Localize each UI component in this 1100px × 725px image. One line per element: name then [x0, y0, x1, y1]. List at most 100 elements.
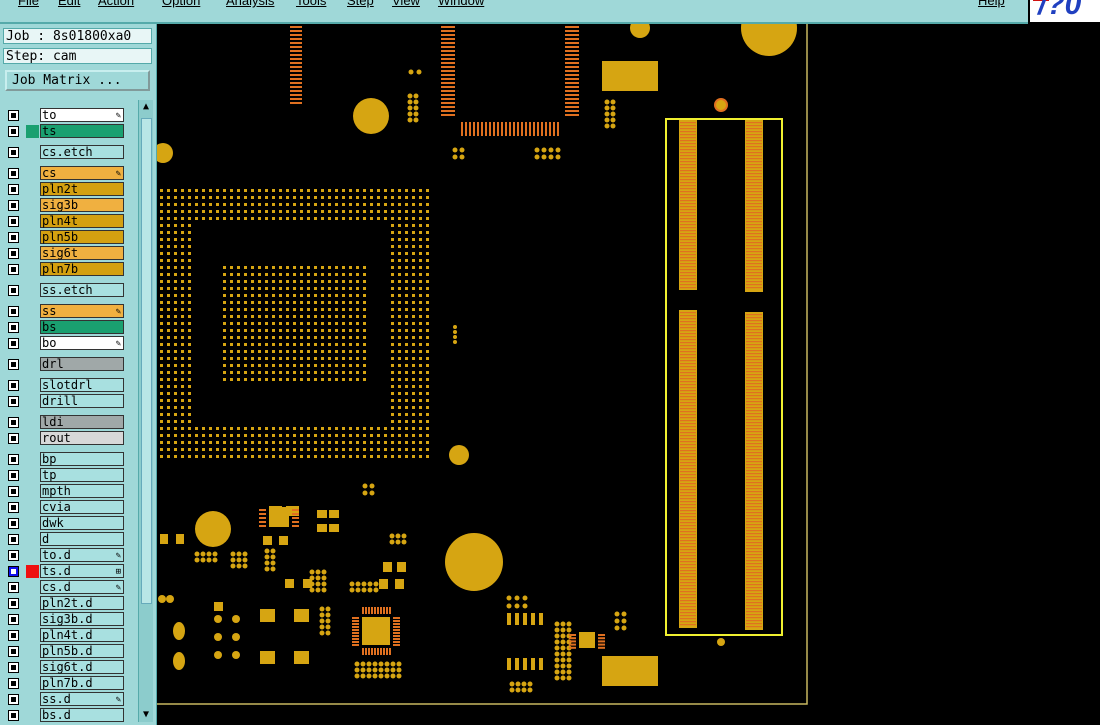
layer-checkbox[interactable] [8, 264, 19, 275]
layer-checkbox[interactable] [8, 126, 19, 137]
layer-checkbox[interactable] [8, 630, 19, 641]
layer-name[interactable]: ts.d ⊞ [40, 564, 124, 578]
layer-row-slotdrl[interactable]: slotdrl [4, 378, 126, 393]
menu-analysis[interactable]: Analysis [226, 0, 274, 8]
layer-name[interactable]: ts [40, 124, 124, 138]
layer-name[interactable]: tp [40, 468, 124, 482]
layer-checkbox[interactable] [8, 710, 19, 721]
layer-checkbox[interactable] [8, 582, 19, 593]
layer-checkbox[interactable] [8, 285, 19, 296]
layer-checkbox[interactable] [8, 110, 19, 121]
layer-row-dwk[interactable]: dwk [4, 516, 126, 531]
menu-window[interactable]: Window [438, 0, 484, 8]
layer-checkbox[interactable] [8, 216, 19, 227]
layer-row-drl[interactable]: drl [4, 357, 126, 372]
layer-name[interactable]: bs [40, 320, 124, 334]
layer-row-ts[interactable]: ts [4, 124, 126, 139]
layer-name[interactable]: sig3b [40, 198, 124, 212]
layer-name[interactable]: slotdrl [40, 378, 124, 392]
layer-name[interactable]: pln7b.d [40, 676, 124, 690]
layer-row-cs[interactable]: cs ✎ [4, 166, 126, 181]
layer-row-ss.etch[interactable]: ss.etch [4, 283, 126, 298]
layer-row-mpth[interactable]: mpth [4, 484, 126, 499]
layer-row-pln5b.d[interactable]: pln5b.d [4, 644, 126, 659]
layer-checkbox[interactable] [8, 550, 19, 561]
layer-name[interactable]: sig6t.d [40, 660, 124, 674]
layer-row-ss.d[interactable]: ss.d ✎ [4, 692, 126, 707]
layer-checkbox[interactable] [8, 417, 19, 428]
layer-name[interactable]: ldi [40, 415, 124, 429]
layer-checkbox[interactable] [8, 646, 19, 657]
layer-row-ss[interactable]: ss ✎ [4, 304, 126, 319]
layer-row-bs.d[interactable]: bs.d [4, 708, 126, 723]
layer-row-sig6t.d[interactable]: sig6t.d [4, 660, 126, 675]
layer-row-tp[interactable]: tp [4, 468, 126, 483]
layer-checkbox[interactable] [8, 662, 19, 673]
layer-name[interactable]: dwk [40, 516, 124, 530]
layer-row-to.d[interactable]: to.d ✎ [4, 548, 126, 563]
layer-row-ldi[interactable]: ldi [4, 415, 126, 430]
job-matrix-button[interactable]: Job Matrix ... [5, 70, 150, 91]
layer-checkbox[interactable] [8, 678, 19, 689]
layer-checkbox[interactable] [8, 380, 19, 391]
layer-row-d[interactable]: d [4, 532, 126, 547]
layer-name[interactable]: cvia [40, 500, 124, 514]
layer-row-bp[interactable]: bp [4, 452, 126, 467]
menu-step[interactable]: Step [347, 0, 374, 8]
layer-name[interactable]: ss ✎ [40, 304, 124, 318]
layer-checkbox[interactable] [8, 534, 19, 545]
layer-name[interactable]: cs ✎ [40, 166, 124, 180]
graphics-canvas[interactable] [157, 24, 1100, 725]
layer-checkbox[interactable] [8, 168, 19, 179]
layer-row-bs[interactable]: bs [4, 320, 126, 335]
layer-row-sig3b[interactable]: sig3b [4, 198, 126, 213]
layer-name[interactable]: rout [40, 431, 124, 445]
layer-checkbox[interactable] [8, 566, 19, 577]
layer-row-bo[interactable]: bo ✎ [4, 336, 126, 351]
menu-view[interactable]: View [392, 0, 420, 8]
layer-row-to[interactable]: to ✎ [4, 108, 126, 123]
menu-help[interactable]: Help [978, 0, 1005, 8]
layer-checkbox[interactable] [8, 694, 19, 705]
layer-name[interactable]: to ✎ [40, 108, 124, 122]
layer-name[interactable]: to.d ✎ [40, 548, 124, 562]
layer-name[interactable]: d [40, 532, 124, 546]
layer-row-sig6t[interactable]: sig6t [4, 246, 126, 261]
layer-name[interactable]: drl [40, 357, 124, 371]
layer-name[interactable]: pln2t.d [40, 596, 124, 610]
layer-row-sig3b.d[interactable]: sig3b.d [4, 612, 126, 627]
menu-edit[interactable]: Edit [58, 0, 80, 8]
layer-checkbox[interactable] [8, 598, 19, 609]
layer-checkbox[interactable] [8, 184, 19, 195]
layer-name[interactable]: pln2t [40, 182, 124, 196]
layer-row-pln2t[interactable]: pln2t [4, 182, 126, 197]
layer-checkbox[interactable] [8, 486, 19, 497]
layer-row-pln4t[interactable]: pln4t [4, 214, 126, 229]
layer-row-pln7b.d[interactable]: pln7b.d [4, 676, 126, 691]
layer-name[interactable]: cs.d ✎ [40, 580, 124, 594]
layer-row-rout[interactable]: rout [4, 431, 126, 446]
layer-row-pln2t.d[interactable]: pln2t.d [4, 596, 126, 611]
layer-row-pln5b[interactable]: pln5b [4, 230, 126, 245]
layer-checkbox[interactable] [8, 359, 19, 370]
layer-row-ts.d[interactable]: ts.d ⊞ [4, 564, 126, 579]
layer-row-cs.d[interactable]: cs.d ✎ [4, 580, 126, 595]
layer-name[interactable]: pln4t [40, 214, 124, 228]
layer-checkbox[interactable] [8, 147, 19, 158]
menu-tools[interactable]: Tools [296, 0, 326, 8]
layer-checkbox[interactable] [8, 232, 19, 243]
layer-checkbox[interactable] [8, 470, 19, 481]
layer-checkbox[interactable] [8, 518, 19, 529]
layer-checkbox[interactable] [8, 338, 19, 349]
layer-checkbox[interactable] [8, 454, 19, 465]
layer-row-cs.etch[interactable]: cs.etch [4, 145, 126, 160]
layer-list-scrollbar[interactable]: ▲ ▼ [138, 100, 153, 722]
layer-name[interactable]: pln7b [40, 262, 124, 276]
menu-file[interactable]: File [18, 0, 39, 8]
layer-name[interactable]: ss.d ✎ [40, 692, 124, 706]
layer-checkbox[interactable] [8, 396, 19, 407]
layer-name[interactable]: bo ✎ [40, 336, 124, 350]
layer-row-pln7b[interactable]: pln7b [4, 262, 126, 277]
layer-name[interactable]: pln5b.d [40, 644, 124, 658]
layer-name[interactable]: pln4t.d [40, 628, 124, 642]
